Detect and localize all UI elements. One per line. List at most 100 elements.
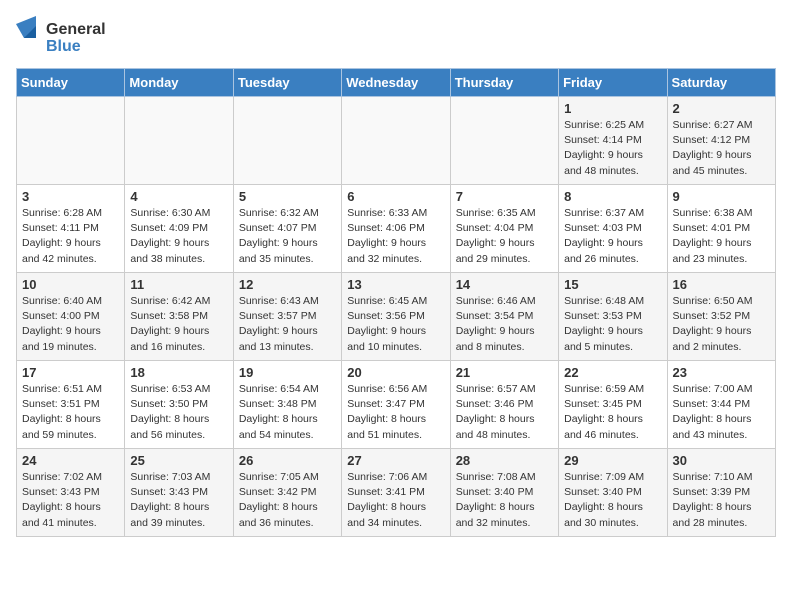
calendar-cell: 12 Sunrise: 6:43 AM Sunset: 3:57 PM Dayli…	[233, 273, 341, 361]
day-info: Sunrise: 6:28 AM Sunset: 4:11 PM Dayligh…	[22, 206, 119, 267]
day-info: Sunrise: 6:40 AM Sunset: 4:00 PM Dayligh…	[22, 294, 119, 355]
day-info: Sunrise: 6:45 AM Sunset: 3:56 PM Dayligh…	[347, 294, 444, 355]
calendar-cell: 3 Sunrise: 6:28 AM Sunset: 4:11 PM Daylig…	[17, 185, 125, 273]
calendar-cell: 23Sunrise: 7:00 AM Sunset: 3:44 PM Dayli…	[667, 361, 775, 449]
day-number: 5	[239, 189, 336, 204]
day-info: Sunrise: 7:06 AM Sunset: 3:41 PM Dayligh…	[347, 470, 444, 531]
day-info: Sunrise: 7:05 AM Sunset: 3:42 PM Dayligh…	[239, 470, 336, 531]
day-number: 17	[22, 365, 119, 380]
col-header-friday: Friday	[559, 69, 667, 97]
col-header-wednesday: Wednesday	[342, 69, 450, 97]
calendar-cell: 15 Sunrise: 6:48 AM Sunset: 3:53 PM Dayli…	[559, 273, 667, 361]
day-number: 15	[564, 277, 661, 292]
day-number: 8	[564, 189, 661, 204]
day-number: 1	[564, 101, 661, 116]
day-number: 20	[347, 365, 444, 380]
calendar-cell: 25 Sunrise: 7:03 AM Sunset: 3:43 PM Dayli…	[125, 449, 233, 537]
col-header-sunday: Sunday	[17, 69, 125, 97]
day-info: Sunrise: 7:10 AM Sunset: 3:39 PM Dayligh…	[673, 470, 770, 531]
calendar-cell: 17Sunrise: 6:51 AM Sunset: 3:51 PM Dayli…	[17, 361, 125, 449]
day-info: Sunrise: 6:33 AM Sunset: 4:06 PM Dayligh…	[347, 206, 444, 267]
calendar-cell	[125, 97, 233, 185]
calendar-cell: 16 Sunrise: 6:50 AM Sunset: 3:52 PM Dayli…	[667, 273, 775, 361]
logo-svg: GeneralBlue	[16, 16, 126, 56]
day-number: 29	[564, 453, 661, 468]
day-info: Sunrise: 6:43 AM Sunset: 3:57 PM Dayligh…	[239, 294, 336, 355]
calendar-cell	[342, 97, 450, 185]
calendar-week-row: 10 Sunrise: 6:40 AM Sunset: 4:00 PM Dayli…	[17, 273, 776, 361]
day-number: 11	[130, 277, 227, 292]
day-number: 24	[22, 453, 119, 468]
calendar-week-row: 1 Sunrise: 6:25 AM Sunset: 4:14 PM Daylig…	[17, 97, 776, 185]
day-number: 27	[347, 453, 444, 468]
day-number: 9	[673, 189, 770, 204]
calendar-cell: 19 Sunrise: 6:54 AM Sunset: 3:48 PM Dayli…	[233, 361, 341, 449]
calendar-cell: 30 Sunrise: 7:10 AM Sunset: 3:39 PM Dayli…	[667, 449, 775, 537]
svg-text:Blue: Blue	[46, 38, 81, 55]
day-number: 19	[239, 365, 336, 380]
day-info: Sunrise: 6:56 AM Sunset: 3:47 PM Dayligh…	[347, 382, 444, 443]
calendar-cell: 20 Sunrise: 6:56 AM Sunset: 3:47 PM Dayli…	[342, 361, 450, 449]
day-number: 28	[456, 453, 553, 468]
day-number: 2	[673, 101, 770, 116]
day-info: Sunrise: 6:30 AM Sunset: 4:09 PM Dayligh…	[130, 206, 227, 267]
logo: GeneralBlue	[16, 16, 126, 56]
day-info: Sunrise: 6:32 AM Sunset: 4:07 PM Dayligh…	[239, 206, 336, 267]
day-info: Sunrise: 6:54 AM Sunset: 3:48 PM Dayligh…	[239, 382, 336, 443]
day-number: 10	[22, 277, 119, 292]
calendar-week-row: 3 Sunrise: 6:28 AM Sunset: 4:11 PM Daylig…	[17, 185, 776, 273]
day-number: 16	[673, 277, 770, 292]
day-number: 14	[456, 277, 553, 292]
col-header-saturday: Saturday	[667, 69, 775, 97]
calendar-cell	[17, 97, 125, 185]
calendar-cell: 6 Sunrise: 6:33 AM Sunset: 4:06 PM Daylig…	[342, 185, 450, 273]
calendar-cell: 24 Sunrise: 7:02 AM Sunset: 3:43 PM Dayli…	[17, 449, 125, 537]
day-info: Sunrise: 6:59 AM Sunset: 3:45 PM Dayligh…	[564, 382, 661, 443]
calendar-cell: 21 Sunrise: 6:57 AM Sunset: 3:46 PM Dayli…	[450, 361, 558, 449]
day-info: Sunrise: 7:02 AM Sunset: 3:43 PM Dayligh…	[22, 470, 119, 531]
day-info: Sunrise: 6:27 AM Sunset: 4:12 PM Dayligh…	[673, 118, 770, 179]
col-header-tuesday: Tuesday	[233, 69, 341, 97]
calendar-cell: 4 Sunrise: 6:30 AM Sunset: 4:09 PM Daylig…	[125, 185, 233, 273]
calendar-cell: 2 Sunrise: 6:27 AM Sunset: 4:12 PM Daylig…	[667, 97, 775, 185]
day-info: Sunrise: 7:08 AM Sunset: 3:40 PM Dayligh…	[456, 470, 553, 531]
day-number: 22	[564, 365, 661, 380]
calendar-week-row: 24 Sunrise: 7:02 AM Sunset: 3:43 PM Dayli…	[17, 449, 776, 537]
day-number: 12	[239, 277, 336, 292]
calendar-week-row: 17Sunrise: 6:51 AM Sunset: 3:51 PM Dayli…	[17, 361, 776, 449]
day-info: Sunrise: 6:48 AM Sunset: 3:53 PM Dayligh…	[564, 294, 661, 355]
day-info: Sunrise: 6:57 AM Sunset: 3:46 PM Dayligh…	[456, 382, 553, 443]
day-info: Sunrise: 6:53 AM Sunset: 3:50 PM Dayligh…	[130, 382, 227, 443]
day-number: 4	[130, 189, 227, 204]
calendar-cell: 26Sunrise: 7:05 AM Sunset: 3:42 PM Dayli…	[233, 449, 341, 537]
calendar-cell	[233, 97, 341, 185]
calendar-cell: 14Sunrise: 6:46 AM Sunset: 3:54 PM Dayli…	[450, 273, 558, 361]
day-info: Sunrise: 6:35 AM Sunset: 4:04 PM Dayligh…	[456, 206, 553, 267]
day-number: 6	[347, 189, 444, 204]
day-number: 21	[456, 365, 553, 380]
day-info: Sunrise: 6:38 AM Sunset: 4:01 PM Dayligh…	[673, 206, 770, 267]
calendar-cell: 22 Sunrise: 6:59 AM Sunset: 3:45 PM Dayli…	[559, 361, 667, 449]
col-header-thursday: Thursday	[450, 69, 558, 97]
calendar-cell: 13 Sunrise: 6:45 AM Sunset: 3:56 PM Dayli…	[342, 273, 450, 361]
calendar-cell: 1 Sunrise: 6:25 AM Sunset: 4:14 PM Daylig…	[559, 97, 667, 185]
day-number: 3	[22, 189, 119, 204]
calendar-cell: 7 Sunrise: 6:35 AM Sunset: 4:04 PM Daylig…	[450, 185, 558, 273]
col-header-monday: Monday	[125, 69, 233, 97]
day-info: Sunrise: 7:09 AM Sunset: 3:40 PM Dayligh…	[564, 470, 661, 531]
calendar-cell	[450, 97, 558, 185]
day-number: 30	[673, 453, 770, 468]
day-info: Sunrise: 7:00 AM Sunset: 3:44 PM Dayligh…	[673, 382, 770, 443]
calendar-table: SundayMondayTuesdayWednesdayThursdayFrid…	[16, 68, 776, 537]
day-info: Sunrise: 6:25 AM Sunset: 4:14 PM Dayligh…	[564, 118, 661, 179]
svg-text:General: General	[46, 21, 106, 38]
day-number: 13	[347, 277, 444, 292]
day-info: Sunrise: 6:50 AM Sunset: 3:52 PM Dayligh…	[673, 294, 770, 355]
day-info: Sunrise: 6:37 AM Sunset: 4:03 PM Dayligh…	[564, 206, 661, 267]
day-info: Sunrise: 7:03 AM Sunset: 3:43 PM Dayligh…	[130, 470, 227, 531]
calendar-cell: 11Sunrise: 6:42 AM Sunset: 3:58 PM Dayli…	[125, 273, 233, 361]
calendar-cell: 9 Sunrise: 6:38 AM Sunset: 4:01 PM Daylig…	[667, 185, 775, 273]
day-number: 7	[456, 189, 553, 204]
calendar-cell: 28 Sunrise: 7:08 AM Sunset: 3:40 PM Dayli…	[450, 449, 558, 537]
day-number: 25	[130, 453, 227, 468]
